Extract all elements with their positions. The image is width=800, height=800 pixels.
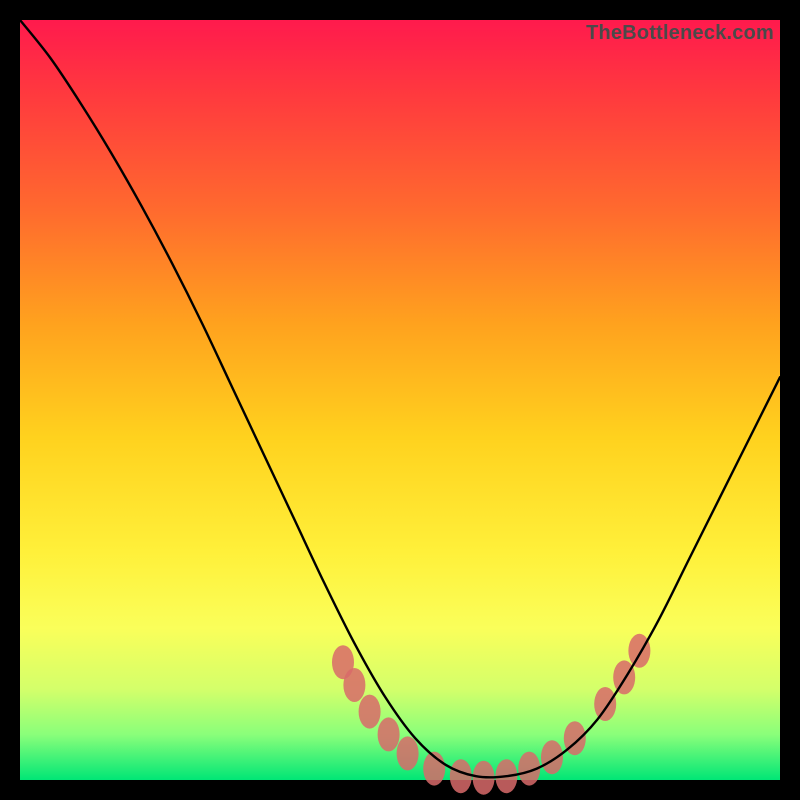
curve-marker <box>594 687 616 721</box>
curve-marker <box>378 717 400 751</box>
curve-marker <box>450 759 472 793</box>
bottleneck-curve <box>20 20 780 777</box>
curve-marker <box>359 695 381 729</box>
curve-marker <box>541 740 563 774</box>
chart-frame: TheBottleneck.com <box>20 20 780 780</box>
curve-marker <box>397 736 419 770</box>
curve-marker <box>343 668 365 702</box>
chart-svg <box>20 20 780 780</box>
